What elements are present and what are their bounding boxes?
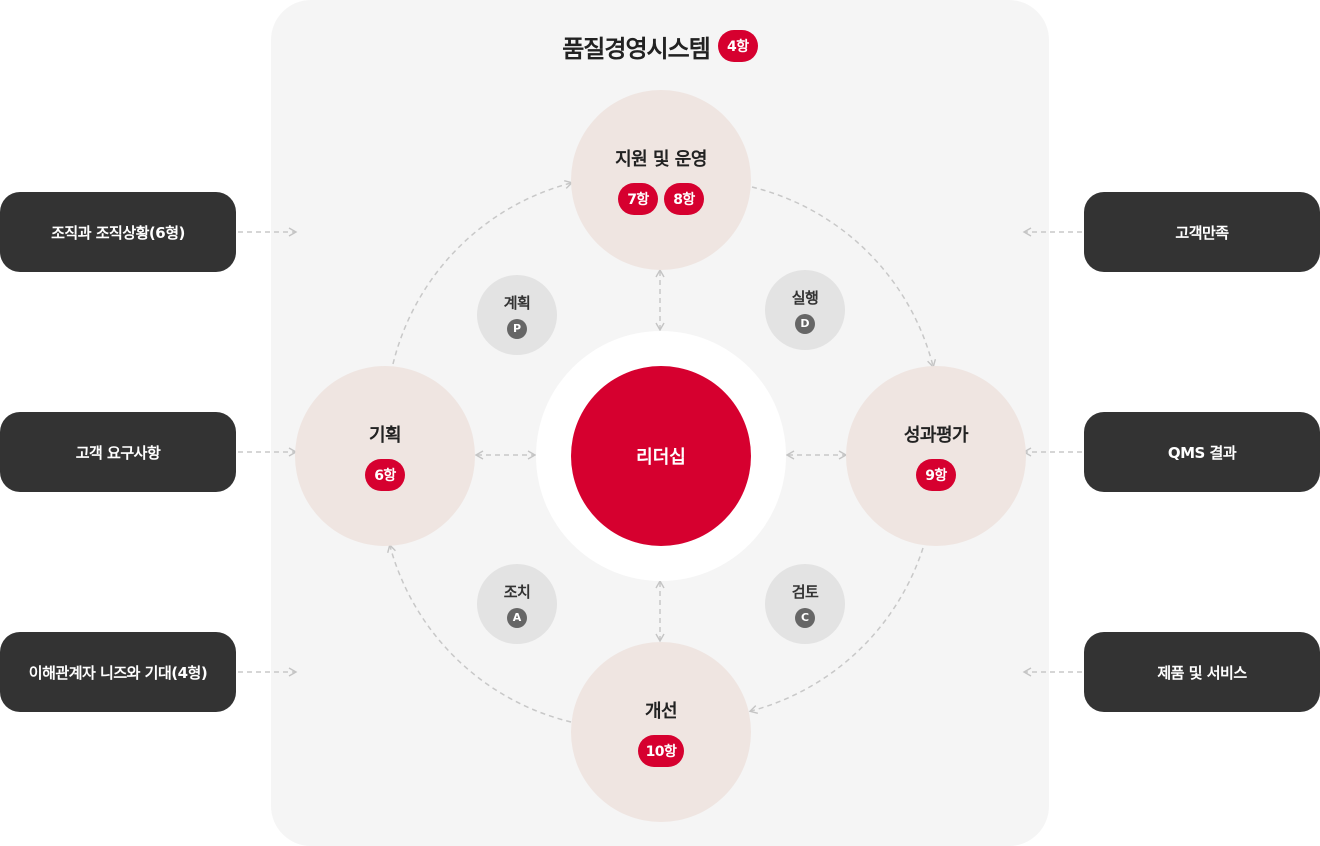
output-box-qms-results-label: QMS 결과 xyxy=(1167,443,1237,462)
node-support-operation-badges: 7항 8항 xyxy=(618,183,704,215)
node-planning-badges: 6항 xyxy=(365,459,405,491)
diagram-header: 품질경영시스템 4항 xyxy=(271,28,1049,64)
phase-act: 조치 A xyxy=(477,564,557,644)
output-box-products-services: 제품 및 서비스 xyxy=(1084,632,1320,712)
input-box-organization-context: 조직과 조직상황(6형) xyxy=(0,192,236,272)
output-box-customer-satisfaction-label: 고객만족 xyxy=(1175,223,1229,242)
node-improvement: 개선 10항 xyxy=(571,642,751,822)
clause-badge-6: 6항 xyxy=(365,459,405,491)
phase-plan-letter: P xyxy=(507,318,527,339)
title-clause-badge: 4항 xyxy=(717,30,758,62)
clause-badge-8: 8항 xyxy=(664,183,704,215)
output-box-customer-satisfaction: 고객만족 xyxy=(1084,192,1320,272)
node-support-operation-label: 지원 및 운영 xyxy=(615,149,707,170)
node-performance-evaluation-badges: 9항 xyxy=(916,459,956,491)
output-box-qms-results: QMS 결과 xyxy=(1084,412,1320,492)
node-improvement-label: 개선 xyxy=(644,701,678,722)
diagram-title: 품질경영시스템 xyxy=(562,34,711,63)
input-box-organization-context-label: 조직과 조직상황(6형) xyxy=(51,223,185,242)
clause-badge-10: 10항 xyxy=(637,735,685,767)
node-support-operation: 지원 및 운영 7항 8항 xyxy=(571,90,751,270)
node-improvement-badges: 10항 xyxy=(637,735,685,767)
phase-do: 실행 D xyxy=(765,270,845,350)
node-planning: 기획 6항 xyxy=(295,366,475,546)
node-performance-evaluation-label: 성과평가 xyxy=(903,425,969,446)
phase-act-label: 조치 xyxy=(503,582,531,601)
phase-plan: 계획 P xyxy=(477,275,557,355)
node-performance-evaluation: 성과평가 9항 xyxy=(846,366,1026,546)
phase-plan-label: 계획 xyxy=(503,293,531,312)
phase-do-label: 실행 xyxy=(791,288,819,307)
output-box-products-services-label: 제품 및 서비스 xyxy=(1157,663,1247,682)
input-box-stakeholder-needs: 이해관계자 니즈와 기대(4형) xyxy=(0,632,236,712)
phase-check-label: 검토 xyxy=(791,582,819,601)
phase-check-letter: C xyxy=(795,607,815,628)
node-planning-label: 기획 xyxy=(368,425,402,446)
input-box-customer-requirements-label: 고객 요구사항 xyxy=(75,443,161,462)
qms-diagram: 품질경영시스템 4항 지원 및 운영 7항 8항 기획 6항 성과평가 9항 개… xyxy=(0,0,1320,846)
input-box-stakeholder-needs-label: 이해관계자 니즈와 기대(4형) xyxy=(28,663,208,682)
clause-badge-7: 7항 xyxy=(618,183,658,215)
input-box-customer-requirements: 고객 요구사항 xyxy=(0,412,236,492)
leadership-label: 리더십 xyxy=(636,447,686,468)
phase-act-letter: A xyxy=(507,607,527,628)
phase-do-letter: D xyxy=(795,313,815,334)
clause-badge-9: 9항 xyxy=(916,459,956,491)
leadership-center: 리더십 xyxy=(571,366,751,546)
phase-check: 검토 C xyxy=(765,564,845,644)
